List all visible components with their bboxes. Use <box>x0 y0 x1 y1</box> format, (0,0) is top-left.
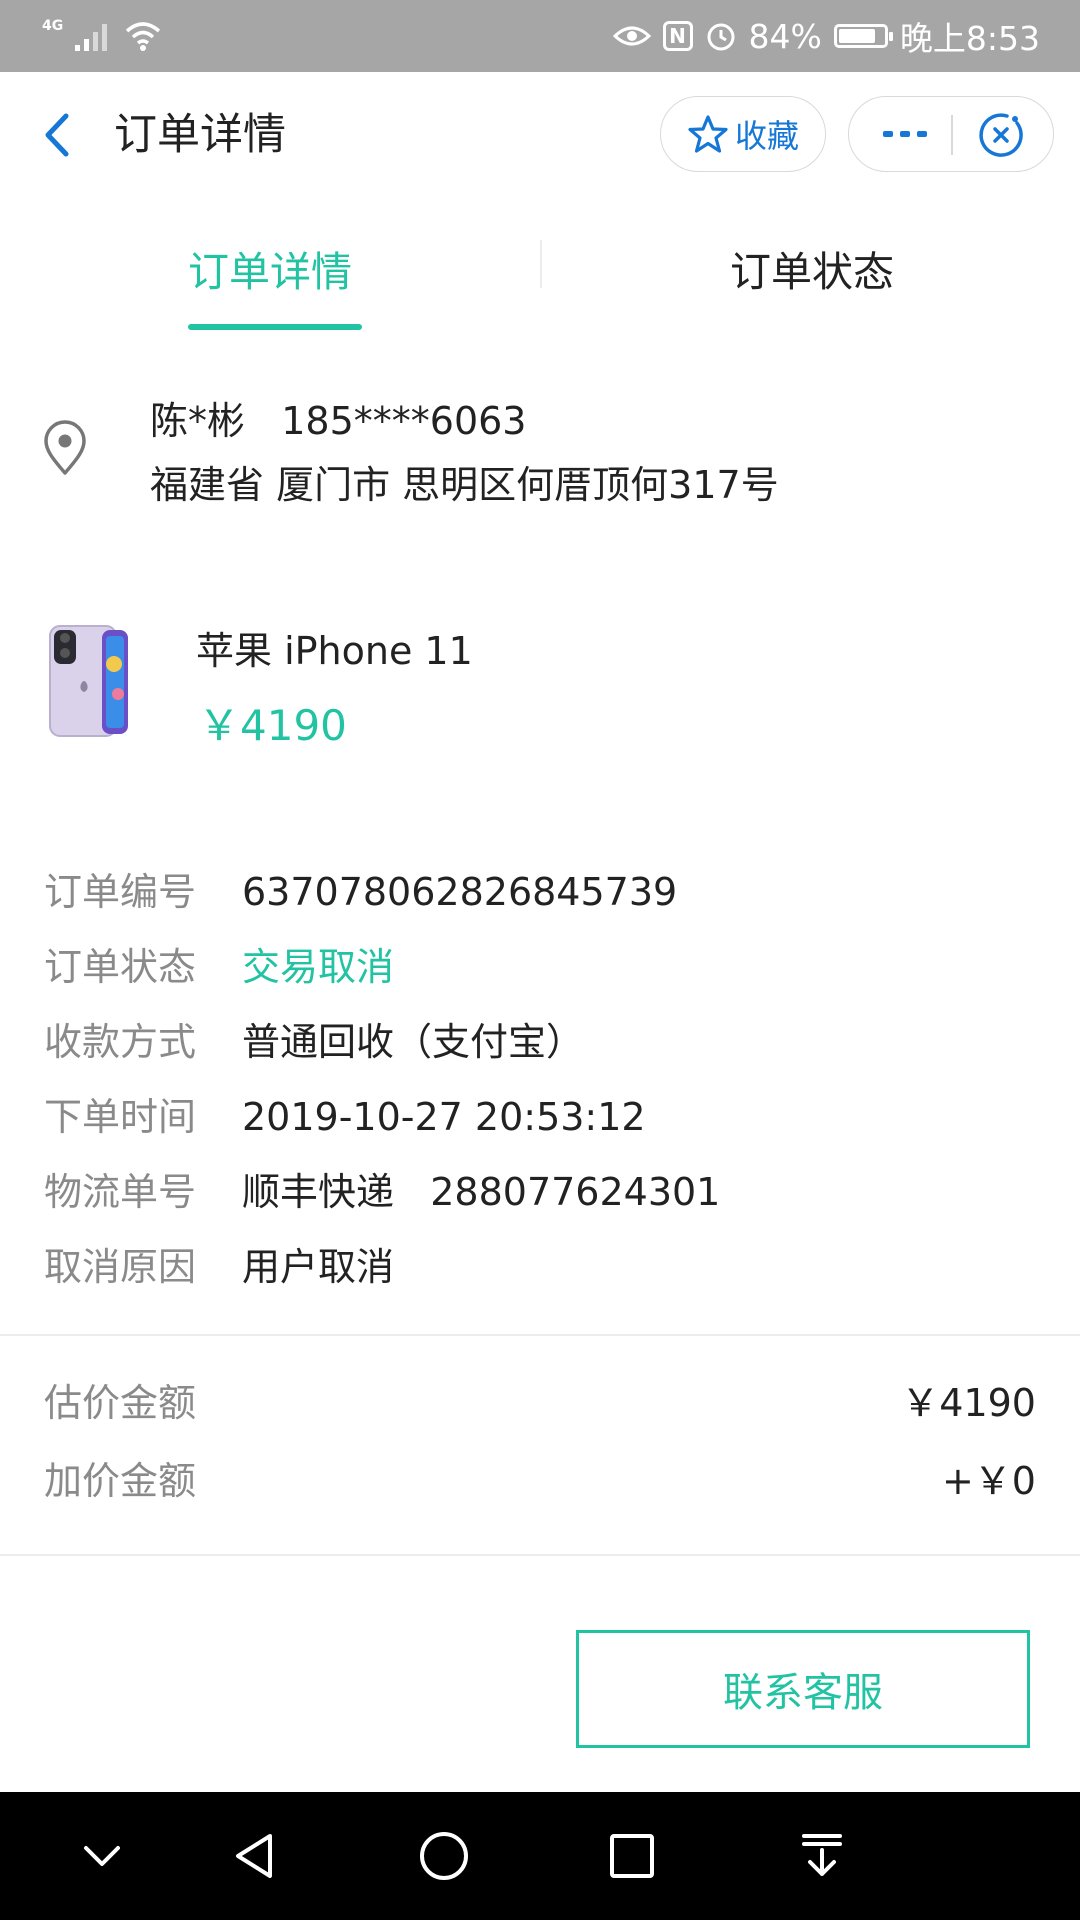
star-icon <box>688 115 728 153</box>
info-row-payment-method: 收款方式 普通回收（支付宝） <box>0 1012 1080 1072</box>
status-bar: 4G N 84% 晚上8:53 <box>0 0 1080 72</box>
estimate-amount-value: ￥4190 <box>901 1381 1036 1425</box>
favorite-button[interactable]: 收藏 <box>660 96 826 172</box>
back-triangle-icon[interactable] <box>228 1828 284 1884</box>
info-label: 订单编号 <box>44 870 197 914</box>
clock-time: 晚上8:53 <box>899 19 1040 58</box>
tracking-number-value: 顺丰快递 288077624301 <box>242 1170 721 1214</box>
info-row-tracking-number: 物流单号 顺丰快递 288077624301 <box>0 1162 1080 1222</box>
wifi-icon <box>126 22 161 51</box>
amount-label: 估价金额 <box>44 1381 197 1425</box>
info-row-order-status: 订单状态 交易取消 <box>0 937 1080 997</box>
battery-icon <box>833 24 893 48</box>
order-number-value: 6370780628268457​39 <box>242 870 678 914</box>
notification-pulldown-icon[interactable] <box>794 1828 850 1884</box>
chevron-down-icon[interactable] <box>74 1828 130 1884</box>
tab-order-details[interactable]: 订单详情 <box>188 238 352 298</box>
section-divider <box>0 1554 1080 1556</box>
info-label: 订单状态 <box>44 945 197 989</box>
back-arrow-icon[interactable] <box>38 110 78 160</box>
capsule-divider <box>951 115 953 155</box>
tab-order-status[interactable]: 订单状态 <box>730 238 894 298</box>
order-time-value: 2019-10-27 20:53:12 <box>242 1095 646 1139</box>
amount-row-estimate: 估价金额 ￥4190 <box>0 1372 1080 1434</box>
location-pin-icon <box>44 420 86 475</box>
info-row-order-number: 订单编号 6370780628268457​39 <box>0 862 1080 922</box>
battery-level <box>838 29 876 43</box>
info-label: 下单时间 <box>44 1095 197 1139</box>
product-card: 苹果 iPhone 11 ￥4190 <box>0 600 1080 780</box>
shipping-address: 陈*彬 185****6063 福建省 厦门市 思明区何厝顶何317号 <box>0 380 1080 530</box>
signal-icon <box>75 24 108 51</box>
battery-percent: 84% <box>748 16 822 56</box>
close-miniapp-icon[interactable] <box>977 111 1025 159</box>
info-row-cancel-reason: 取消原因 用户取消 <box>0 1237 1080 1297</box>
status-left: 4G <box>42 14 163 58</box>
info-row-order-time: 下单时间 2019-10-27 20:53:12 <box>0 1087 1080 1147</box>
recents-square-icon[interactable] <box>604 1828 660 1884</box>
info-label: 物流单号 <box>44 1170 197 1214</box>
nfc-label: N <box>669 24 686 48</box>
favorite-label: 收藏 <box>734 117 799 155</box>
nfc-icon: N <box>662 21 693 51</box>
system-nav-bar <box>0 1792 1080 1920</box>
more-icon[interactable] <box>881 119 929 149</box>
product-name: 苹果 iPhone 11 <box>196 629 473 673</box>
home-circle-icon[interactable] <box>416 1828 472 1884</box>
cancel-reason-value: 用户取消 <box>242 1245 395 1289</box>
status-right: N 84% 晚上8:53 <box>612 14 1040 58</box>
contact-support-button[interactable]: 联系客服 <box>576 1630 1030 1748</box>
product-image <box>49 625 128 737</box>
recipient-address: 福建省 厦门市 思明区何厝顶何317号 <box>150 463 779 507</box>
section-divider <box>0 1334 1080 1336</box>
network-type: 4G <box>42 18 64 34</box>
payment-method-value: 普通回收（支付宝） <box>242 1020 585 1064</box>
amount-row-markup: 加价金额 +￥0 <box>0 1450 1080 1512</box>
active-tab-indicator <box>188 324 362 330</box>
tab-bar: 订单详情 订单状态 <box>0 200 1080 332</box>
eye-icon <box>612 26 651 46</box>
recipient-name-phone: 陈*彬 185****6063 <box>150 399 527 443</box>
alarm-icon <box>707 23 735 51</box>
page-title: 订单详情 <box>114 110 286 160</box>
header-bar: 订单详情 收藏 <box>0 72 1080 198</box>
markup-amount-value: +￥0 <box>941 1459 1036 1503</box>
order-status-value: 交易取消 <box>242 945 395 989</box>
info-label: 取消原因 <box>44 1245 197 1289</box>
info-label: 收款方式 <box>44 1020 197 1064</box>
product-price: ￥4190 <box>198 701 347 750</box>
tab-divider <box>540 240 542 288</box>
miniapp-capsule <box>848 96 1054 172</box>
amount-label: 加价金额 <box>44 1459 197 1503</box>
